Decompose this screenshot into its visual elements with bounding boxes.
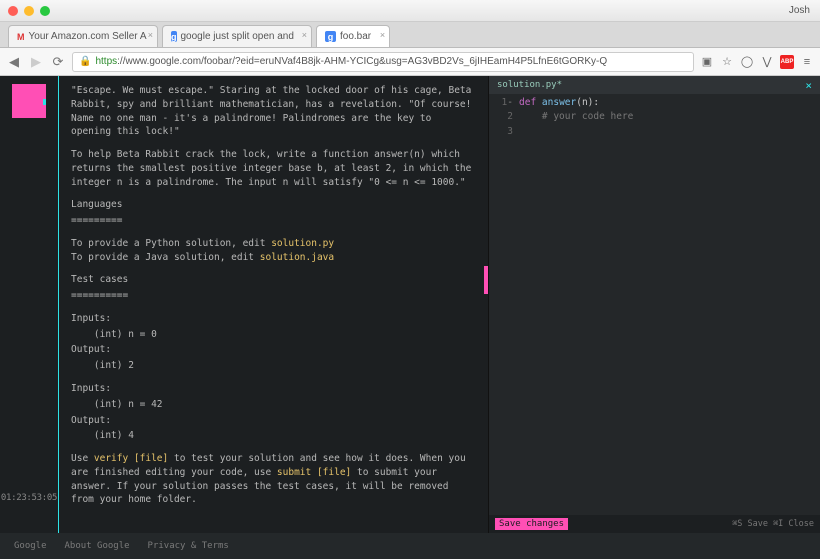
avatar [12, 84, 46, 118]
extension-icon[interactable]: ▣ [700, 55, 714, 69]
line-number: 2 [489, 110, 519, 124]
editor-filename: solution.py* [497, 80, 562, 90]
testcase-label: Inputs: [71, 312, 476, 326]
editor-header: solution.py* × [489, 76, 820, 94]
left-sidebar: 01:23:53:05 [0, 76, 58, 533]
testcase-value: (int) 4 [71, 429, 476, 443]
code-line: 2 # your code here [489, 110, 820, 124]
pocket-icon[interactable]: ⋁ [760, 55, 774, 69]
filename-link: solution.java [260, 252, 334, 263]
bookmark-icon[interactable]: ☆ [720, 55, 734, 69]
menu-icon[interactable]: ≡ [800, 55, 814, 69]
footer-link-about[interactable]: About Google [65, 541, 130, 551]
editor-pane: solution.py* × 1- def answer(n): 2 # you… [488, 76, 820, 533]
tab-strip: M Your Amazon.com Seller A × g google ju… [0, 22, 820, 48]
usage-hint: Use verify [file] to test your solution … [71, 452, 476, 507]
editor-footer: Save changes ⌘S Save ⌘I Close [489, 515, 820, 533]
minimize-window-button[interactable] [24, 6, 34, 16]
google-icon: g [171, 31, 177, 42]
footer-link-privacy[interactable]: Privacy & Terms [148, 541, 229, 551]
url-input[interactable]: 🔒 https://www.google.com/foobar/?eid=eru… [72, 52, 694, 72]
url-protocol: https [95, 56, 117, 67]
traffic-lights [8, 6, 50, 16]
language-hint: To provide a Python solution, edit solut… [71, 237, 476, 251]
close-window-button[interactable] [8, 6, 18, 16]
code-line: 1- def answer(n): [489, 96, 820, 110]
testcase-value: (int) 2 [71, 359, 476, 373]
close-icon[interactable]: × [302, 30, 307, 40]
testcase-value: (int) n = 42 [71, 398, 476, 412]
url-text: ://www.google.com/foobar/?eid=eruNVaf4B8… [117, 56, 607, 67]
foobar-app: 01:23:53:05 "Escape. We must escape." St… [0, 76, 820, 559]
tab-amazon[interactable]: M Your Amazon.com Seller A × [8, 25, 158, 47]
section-header: Test cases [71, 273, 476, 287]
command-text: verify [file] [94, 453, 168, 464]
command-text: submit [file] [277, 467, 351, 478]
close-icon[interactable]: × [805, 79, 812, 92]
code-line: 3 [489, 125, 820, 139]
problem-text: "Escape. We must escape." Staring at the… [71, 84, 476, 139]
app-footer: Google About Google Privacy & Terms [0, 533, 820, 559]
countdown-timer: 01:23:53:05 [1, 493, 57, 503]
keyboard-hints: ⌘S Save ⌘I Close [732, 519, 814, 529]
lock-icon: 🔒 [79, 56, 91, 67]
section-header: Languages [71, 198, 476, 212]
close-icon[interactable]: × [148, 30, 153, 40]
testcase-label: Output: [71, 414, 476, 428]
gmail-icon: M [17, 31, 25, 43]
section-rule: ========== [71, 289, 476, 303]
testcase-label: Inputs: [71, 382, 476, 396]
code-editor[interactable]: 1- def answer(n): 2 # your code here 3 [489, 94, 820, 515]
testcase-value: (int) n = 0 [71, 328, 476, 342]
tab-google-split[interactable]: g google just split open and × [162, 25, 312, 47]
save-changes-button[interactable]: Save changes [495, 518, 568, 530]
fold-icon[interactable]: - [507, 97, 513, 108]
google-icon: g [325, 31, 336, 42]
extension-icon[interactable]: ◯ [740, 55, 754, 69]
line-number: 1- [489, 96, 519, 110]
tab-label: foo.bar [340, 31, 371, 42]
footer-link-google[interactable]: Google [14, 541, 47, 551]
line-number: 3 [489, 125, 519, 139]
language-hint: To provide a Java solution, edit solutio… [71, 251, 476, 265]
section-rule: ========= [71, 214, 476, 228]
testcase-label: Output: [71, 343, 476, 357]
filename-link: solution.py [271, 238, 334, 249]
app-main: 01:23:53:05 "Escape. We must escape." St… [0, 76, 820, 533]
extension-icons: ▣ ☆ ◯ ⋁ ABP ≡ [700, 55, 814, 69]
fullscreen-window-button[interactable] [40, 6, 50, 16]
close-icon[interactable]: × [380, 30, 385, 40]
profile-name[interactable]: Josh [789, 5, 810, 16]
address-bar: ◀ ▶ ⟳ 🔒 https://www.google.com/foobar/?e… [0, 48, 820, 76]
back-button[interactable]: ◀ [6, 54, 22, 70]
problem-text: To help Beta Rabbit crack the lock, writ… [71, 148, 476, 189]
forward-button[interactable]: ▶ [28, 54, 44, 70]
tab-label: Your Amazon.com Seller A [29, 31, 147, 42]
tab-label: google just split open and [181, 31, 294, 42]
scrollbar-thumb[interactable] [484, 266, 488, 294]
problem-pane[interactable]: "Escape. We must escape." Staring at the… [58, 76, 488, 533]
reload-button[interactable]: ⟳ [50, 54, 66, 70]
tab-foobar[interactable]: g foo.bar × [316, 25, 390, 47]
adblock-icon[interactable]: ABP [780, 55, 794, 69]
window-titlebar: Josh [0, 0, 820, 22]
